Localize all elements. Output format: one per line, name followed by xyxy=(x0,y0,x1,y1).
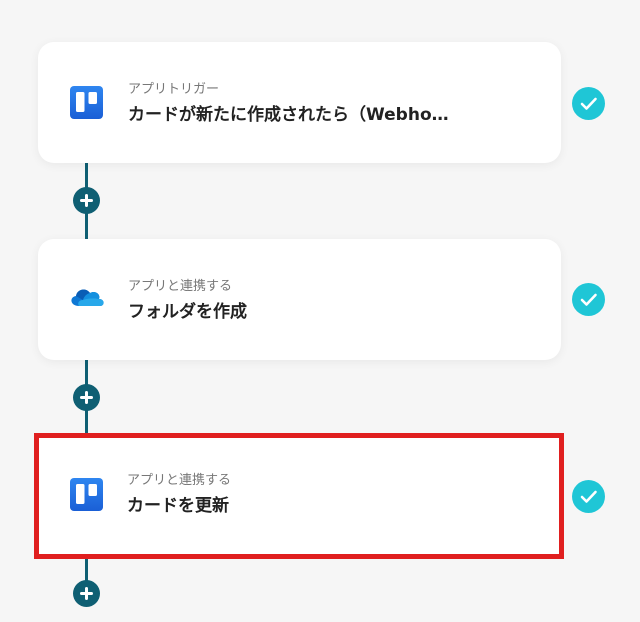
flow-step-card-3[interactable]: アプリと連携する カードを更新 xyxy=(34,433,564,559)
add-step-button[interactable] xyxy=(73,187,100,214)
trello-icon xyxy=(70,478,103,511)
add-step-button[interactable] xyxy=(73,384,100,411)
step-text: アプリと連携する カードを更新 xyxy=(127,473,231,517)
step-title: フォルダを作成 xyxy=(128,302,247,322)
step-subtitle: アプリと連携する xyxy=(128,279,233,294)
flow-step-card-2[interactable]: アプリと連携する フォルダを作成 xyxy=(38,239,561,360)
plus-icon xyxy=(80,194,93,207)
add-step-button[interactable] xyxy=(73,580,100,607)
step-subtitle: アプリと連携する xyxy=(127,473,232,488)
step-text: アプリと連携する フォルダを作成 xyxy=(128,279,247,323)
plus-icon xyxy=(80,391,93,404)
onedrive-icon xyxy=(71,289,104,306)
step-title: カードが新たに作成されたら（Webho… xyxy=(128,105,449,125)
completed-check-icon xyxy=(572,283,605,316)
completed-check-icon xyxy=(572,480,605,513)
step-subtitle: アプリトリガー xyxy=(128,82,220,97)
step-text: アプリトリガー カードが新たに作成されたら（Webho… xyxy=(128,82,449,126)
trello-icon xyxy=(70,86,103,119)
step-title: カードを更新 xyxy=(127,496,229,516)
flow-canvas: アプリトリガー カードが新たに作成されたら（Webho… アプリと連携する フォ… xyxy=(0,0,640,622)
completed-check-icon xyxy=(572,87,605,120)
flow-step-card-1[interactable]: アプリトリガー カードが新たに作成されたら（Webho… xyxy=(38,42,561,163)
plus-icon xyxy=(80,587,93,600)
